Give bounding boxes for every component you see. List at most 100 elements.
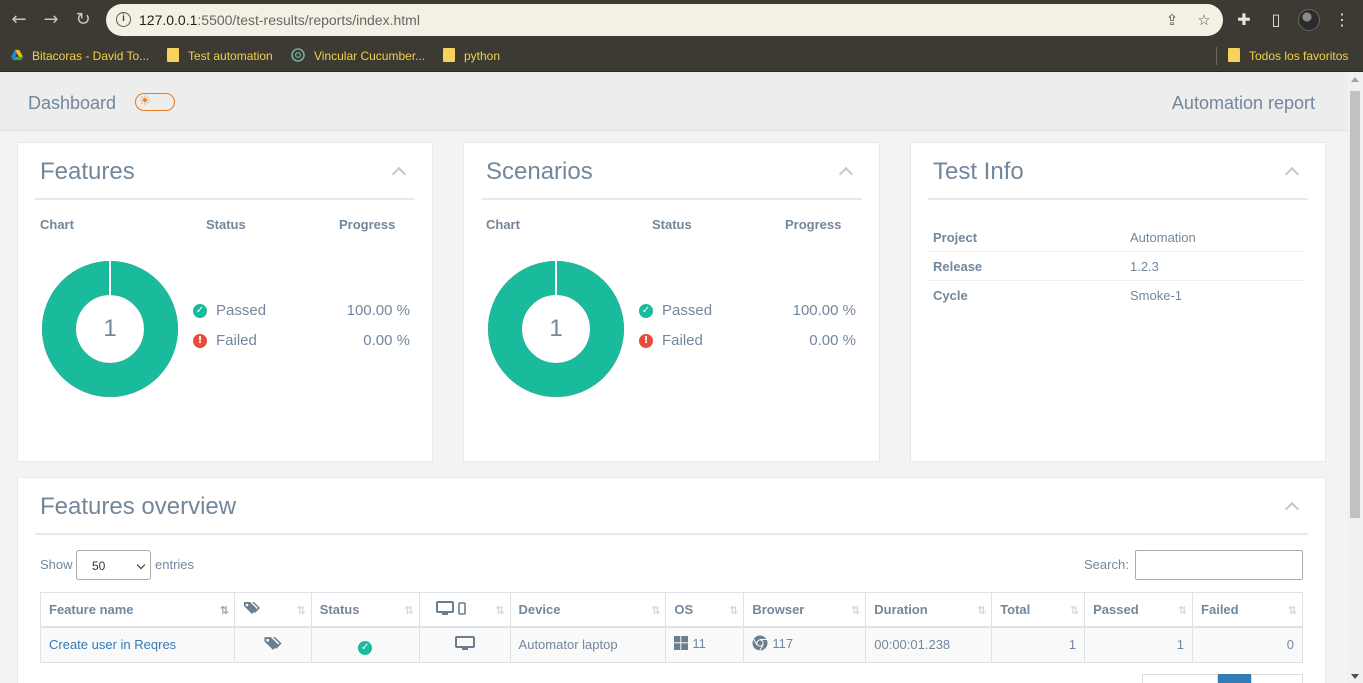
column-header-passed[interactable]: Passed ⇅ xyxy=(1084,592,1194,628)
browser-toolbar: ← → ↻ i 127.0.0.1:5500/test-results/repo… xyxy=(0,0,1363,40)
collapse-icon[interactable] xyxy=(391,166,407,182)
os-version: 11 xyxy=(692,636,706,652)
column-header-failed[interactable]: Failed ⇅ xyxy=(1192,592,1303,628)
url-text[interactable]: 127.0.0.1:5500/test-results/reports/inde… xyxy=(139,12,420,28)
url-host: 127.0.0.1 xyxy=(139,12,198,28)
scroll-up-arrow-icon[interactable] xyxy=(1351,77,1359,82)
bookmark-label: Todos los favoritos xyxy=(1249,49,1349,63)
info-key: Release xyxy=(933,259,983,274)
cell-tags[interactable] xyxy=(233,626,312,663)
test-info-panel: Test Info Project Automation Release 1.2… xyxy=(910,142,1326,462)
sort-icon: ⇅ xyxy=(1287,604,1297,617)
info-key: Project xyxy=(933,230,978,245)
bookmark-item[interactable]: Vincular Cucumber... xyxy=(291,48,425,64)
column-header-feature-name[interactable]: Feature name ⇅ xyxy=(40,592,235,628)
panel-title: Features xyxy=(40,158,135,185)
tags-icon[interactable] xyxy=(263,636,283,654)
scroll-down-arrow-icon[interactable] xyxy=(1351,674,1359,679)
column-header-os[interactable]: OS ⇅ xyxy=(665,592,745,628)
column-header-device-type[interactable]: ⇅ xyxy=(418,592,511,628)
features-table: Feature name ⇅ ⇅ Status ⇅ ⇅ Device ⇅ OS ⇅ Br… xyxy=(40,592,1303,663)
address-bar[interactable]: i 127.0.0.1:5500/test-results/reports/in… xyxy=(106,4,1223,36)
site-info-icon[interactable]: i xyxy=(116,12,131,27)
sort-icon: ⇅ xyxy=(404,604,413,617)
entries-select[interactable]: 50 xyxy=(76,550,151,580)
column-header-browser[interactable]: Browser ⇅ xyxy=(743,592,867,628)
column-header-chart: Chart xyxy=(486,217,520,232)
column-header-label: Failed xyxy=(1201,601,1239,617)
cell-browser: 117 xyxy=(743,626,867,663)
show-label: Show xyxy=(40,557,73,572)
info-key: Cycle xyxy=(933,288,968,303)
cell-feature-name[interactable]: Create user in Reqres xyxy=(40,626,235,663)
cell-duration: 00:00:01.238 xyxy=(865,626,993,663)
column-header-status[interactable]: Status ⇅ xyxy=(310,592,420,628)
back-icon[interactable]: ← xyxy=(9,10,29,30)
entries-select-value: 50 xyxy=(92,559,106,573)
bookmark-item[interactable]: python xyxy=(443,48,500,64)
info-value: Automation xyxy=(1130,230,1196,245)
collapse-icon[interactable] xyxy=(1284,166,1300,182)
top-navbar: Dashboard ☀ Automation report xyxy=(0,73,1347,131)
features-total: 1 xyxy=(103,315,117,342)
cell-total: 1 xyxy=(991,626,1086,663)
side-panel-icon[interactable]: ▯ xyxy=(1266,10,1286,30)
column-header-device[interactable]: Device ⇅ xyxy=(509,592,667,628)
column-header-tags[interactable]: ⇅ xyxy=(233,592,312,628)
failed-percentage: 0.00 % xyxy=(809,332,856,349)
profile-avatar[interactable] xyxy=(1298,9,1320,31)
collapse-icon[interactable] xyxy=(838,166,854,182)
entries-label: entries xyxy=(155,557,195,572)
feature-link[interactable]: Create user in Reqres xyxy=(49,637,176,652)
table-row[interactable]: Create user in Reqres ✓ Automator laptop… xyxy=(40,626,1303,663)
cell-os: 11 xyxy=(665,626,745,663)
features-panel: Features Chart Status Progress 1 ✓ Passe… xyxy=(17,142,433,462)
column-header-progress: Progress xyxy=(339,217,396,232)
column-header-label: OS xyxy=(674,601,694,617)
pagination-page-current[interactable] xyxy=(1218,674,1251,683)
all-bookmarks-folder[interactable]: Todos los favoritos xyxy=(1228,48,1348,64)
theme-toggle[interactable]: ☀ xyxy=(135,93,175,111)
bookmark-label: Vincular Cucumber... xyxy=(314,49,426,63)
folder-icon xyxy=(1228,48,1240,62)
column-header-total[interactable]: Total ⇅ xyxy=(991,592,1086,628)
info-row: Cycle Smoke-1 xyxy=(928,281,1305,310)
failed-percentage: 0.00 % xyxy=(363,332,410,349)
share-icon[interactable]: ⇪ xyxy=(1163,11,1181,29)
column-header-label: Duration xyxy=(874,601,928,617)
check-circle-icon: ✓ xyxy=(193,304,207,318)
bookmark-star-icon[interactable]: ☆ xyxy=(1195,11,1213,29)
passed-label: Passed xyxy=(662,302,713,319)
extensions-icon[interactable]: ✚ xyxy=(1234,10,1254,30)
desktop-icon xyxy=(454,636,475,653)
exclamation-circle-icon: ! xyxy=(639,334,653,348)
sort-icon: ⇅ xyxy=(851,604,860,617)
sort-icon: ⇅ xyxy=(1177,604,1187,617)
page-scrollbar[interactable] xyxy=(1347,73,1363,683)
bookmark-item[interactable]: Bitacoras - David To... xyxy=(11,48,149,64)
search-input[interactable] xyxy=(1135,550,1303,580)
pagination-next[interactable] xyxy=(1251,674,1303,683)
column-header-label: Browser xyxy=(752,601,805,617)
sort-icon: ⇅ xyxy=(296,604,306,617)
forward-icon[interactable]: → xyxy=(41,10,61,30)
column-header-label: Passed xyxy=(1093,601,1139,617)
scenarios-total: 1 xyxy=(549,315,563,342)
pagination-previous[interactable] xyxy=(1142,674,1218,683)
sort-icon: ⇅ xyxy=(976,604,986,617)
report-page: Dashboard ☀ Automation report Features C… xyxy=(0,73,1347,683)
url-path: :5500/test-results/reports/index.html xyxy=(197,12,420,28)
panel-divider xyxy=(35,198,415,200)
info-row: Project Automation xyxy=(928,223,1305,252)
bookmark-item[interactable]: Test automation xyxy=(167,48,273,64)
menu-kebab-icon[interactable]: ⋮ xyxy=(1332,10,1352,30)
panel-divider xyxy=(35,533,1308,535)
scrollbar-thumb[interactable] xyxy=(1350,91,1360,518)
reload-icon[interactable]: ↻ xyxy=(73,10,93,30)
collapse-icon[interactable] xyxy=(1284,501,1300,517)
bookmark-label: Bitacoras - David To... xyxy=(32,49,150,63)
passed-label: Passed xyxy=(216,302,267,319)
exclamation-circle-icon: ! xyxy=(193,334,207,348)
column-header-duration[interactable]: Duration ⇅ xyxy=(865,592,993,628)
browser-version: 117 xyxy=(772,636,794,652)
